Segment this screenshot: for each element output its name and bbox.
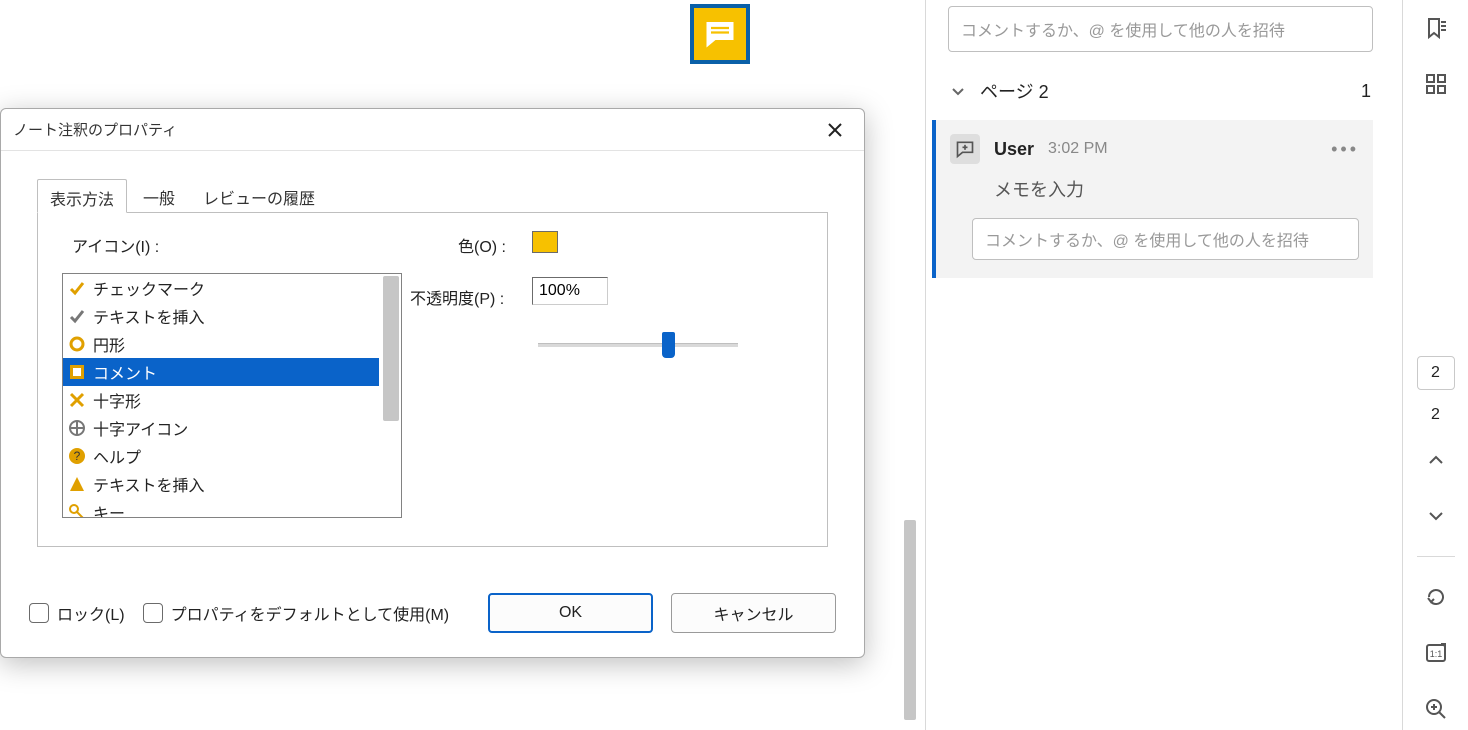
key-icon (67, 502, 87, 517)
insert-text-icon (67, 306, 87, 326)
icon-option-label: キー (93, 500, 125, 517)
rotate-icon (1425, 586, 1447, 608)
right-toolbar: 2 2 1:1 (1402, 0, 1468, 730)
default-label: プロパティをデフォルトとして使用(M) (171, 601, 450, 625)
icon-option-checkmark[interactable]: チェックマーク (63, 274, 379, 302)
comment-reply-input[interactable]: コメントするか、@ を使用して他の人を招待 (972, 218, 1359, 260)
comment-icon (702, 16, 738, 52)
close-icon (826, 121, 844, 139)
opacity-label: 不透明度(P) : (410, 285, 504, 309)
note-properties-dialog: ノート注釈のプロパティ 表示方法 一般 レビューの履歴 アイコン(I) : チェ… (0, 108, 865, 658)
icon-list-scrollbar[interactable] (383, 276, 399, 421)
page-total: 2 (1431, 406, 1440, 424)
cancel-button[interactable]: キャンセル (671, 593, 836, 633)
cross-icon (67, 390, 87, 410)
icon-option-label: コメント (93, 360, 157, 384)
help-icon: ? (67, 446, 87, 466)
toolbar-separator (1417, 556, 1455, 557)
crosshair-icon (67, 418, 87, 438)
dialog-titlebar: ノート注釈のプロパティ (1, 109, 864, 151)
grid-icon (1425, 73, 1447, 95)
checkmark-icon (67, 278, 87, 298)
tab-general[interactable]: 一般 (131, 179, 187, 213)
checkbox-box (29, 603, 49, 623)
one-to-one-icon: 1:1 (1425, 642, 1447, 664)
page-number-input[interactable]: 2 (1417, 356, 1455, 390)
chevron-down-icon (950, 83, 966, 99)
icon-option-label: テキストを挿入 (93, 304, 205, 328)
comments-page-count: 1 (1361, 81, 1371, 102)
close-button[interactable] (818, 113, 852, 147)
icon-option-label: ヘルプ (93, 444, 141, 468)
icon-option-label: 円形 (93, 332, 125, 356)
ok-button[interactable]: OK (488, 593, 653, 633)
comment-square-icon (67, 362, 87, 382)
bookmark-icon (1424, 16, 1448, 40)
chevron-down-icon (1427, 507, 1445, 525)
tab-pane-appearance: アイコン(I) : チェックマーク テキストを挿入 (37, 212, 828, 547)
svg-text:?: ? (74, 449, 81, 463)
svg-text:1:1: 1:1 (1429, 649, 1442, 659)
thumbnails-button[interactable] (1416, 64, 1456, 104)
icon-list-label: アイコン(I) : (72, 233, 159, 257)
circle-icon (67, 334, 87, 354)
tab-review-history[interactable]: レビューの履歴 (191, 179, 327, 213)
page-up-button[interactable] (1416, 440, 1456, 480)
icon-option-comment[interactable]: コメント (63, 358, 379, 386)
icon-option-label: チェックマーク (93, 276, 205, 300)
icon-option-label: 十字形 (93, 388, 141, 412)
color-label: 色(O) : (458, 233, 506, 257)
comment-user: User (994, 139, 1034, 160)
comments-panel: コメントするか、@ を使用して他の人を招待 ページ 2 1 User 3:02 … (925, 0, 1395, 730)
color-swatch[interactable] (532, 231, 558, 253)
slider-thumb[interactable] (662, 332, 675, 358)
lock-label: ロック(L) (57, 601, 125, 625)
icon-list: チェックマーク テキストを挿入 円形 (62, 273, 402, 518)
zoom-in-button[interactable] (1416, 689, 1456, 729)
comment-time: 3:02 PM (1048, 140, 1108, 158)
opacity-slider[interactable] (538, 343, 738, 347)
comment-type-icon (950, 134, 980, 164)
comment-menu-button[interactable]: ••• (1331, 139, 1359, 160)
icon-option-cross-target[interactable]: 十字アイコン (63, 414, 379, 442)
comments-page-header[interactable]: ページ 2 1 (926, 68, 1395, 114)
icon-option-help[interactable]: ? ヘルプ (63, 442, 379, 470)
sticky-note-annotation[interactable] (690, 4, 750, 64)
icon-option-insert-text[interactable]: テキストを挿入 (63, 302, 379, 330)
dialog-title: ノート注釈のプロパティ (13, 119, 818, 140)
icon-option-circle[interactable]: 円形 (63, 330, 379, 358)
icon-option-key[interactable]: キー (63, 498, 379, 517)
icon-option-cross[interactable]: 十字形 (63, 386, 379, 414)
page-down-button[interactable] (1416, 496, 1456, 536)
use-as-default-checkbox[interactable]: プロパティをデフォルトとして使用(M) (143, 601, 450, 625)
canvas-scrollbar[interactable] (904, 520, 916, 720)
actual-size-button[interactable]: 1:1 (1416, 633, 1456, 673)
dialog-tabs: 表示方法 一般 レビューの履歴 (37, 179, 331, 213)
tab-appearance[interactable]: 表示方法 (37, 179, 127, 213)
chevron-up-icon (1427, 451, 1445, 469)
comment-item[interactable]: User 3:02 PM ••• メモを入力 コメントするか、@ を使用して他の… (932, 120, 1373, 278)
icon-option-label: 十字アイコン (93, 416, 188, 440)
rotate-button[interactable] (1416, 577, 1456, 617)
bookmark-panel-button[interactable] (1416, 8, 1456, 48)
comment-body: メモを入力 (994, 176, 1359, 202)
triangle-icon (67, 474, 87, 494)
slider-track (538, 343, 738, 347)
icon-option-label: テキストを挿入 (93, 472, 205, 496)
zoom-in-icon (1425, 698, 1447, 720)
lock-checkbox[interactable]: ロック(L) (29, 601, 125, 625)
comments-page-label: ページ 2 (980, 78, 1049, 104)
new-comment-input[interactable]: コメントするか、@ を使用して他の人を招待 (948, 6, 1373, 52)
icon-option-triangle[interactable]: テキストを挿入 (63, 470, 379, 498)
dialog-footer: ロック(L) プロパティをデフォルトとして使用(M) OK キャンセル (29, 593, 836, 633)
opacity-input[interactable] (532, 277, 608, 305)
checkbox-box (143, 603, 163, 623)
